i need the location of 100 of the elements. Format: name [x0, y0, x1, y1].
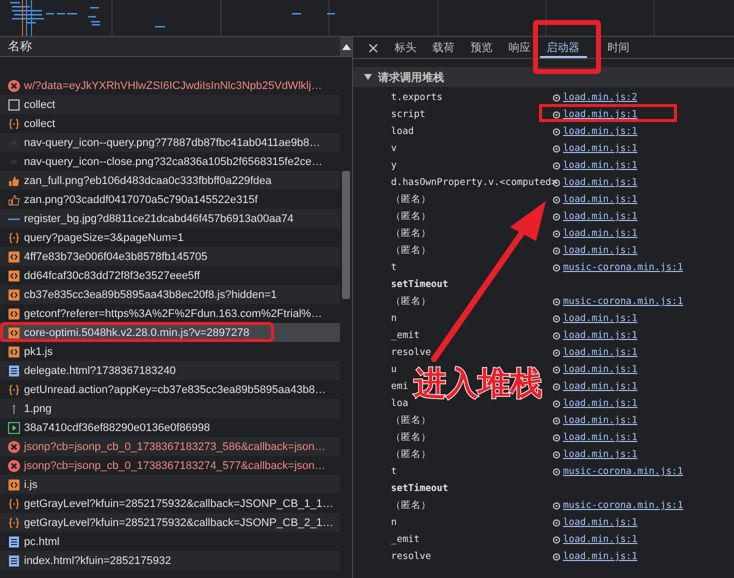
highlight-box: [533, 20, 601, 74]
source-link[interactable]: load.min.js:1: [563, 432, 638, 443]
request-name: pk1.js: [24, 346, 53, 358]
function-name: _emit: [391, 330, 421, 341]
script-icon: [8, 308, 20, 320]
request-name: getGrayLevel?kfuin=2852175932&callback=JSONP_CB_1_1…: [24, 498, 334, 510]
function-name: script: [391, 109, 426, 120]
async-label: setTimeout: [391, 279, 450, 290]
request-name: zan_full.png?eb106d483dcaa0c333fbbff0a229fdea: [24, 174, 272, 186]
request-name: collect: [24, 118, 56, 130]
source-link[interactable]: load.min.js:1: [563, 109, 638, 120]
request-name: register_bg.jpg?d8811ce21dcabd46f457b6913a00aa74: [24, 212, 294, 224]
request-row[interactable]: register_bg.jpg?d8811ce21dcabd46f457b6913a00aa74: [0, 209, 340, 228]
request-row[interactable]: collect: [0, 95, 340, 114]
source-link[interactable]: load.min.js:1: [563, 126, 638, 137]
function-name: （匿名）: [391, 295, 432, 308]
column-header[interactable]: 名称: [8, 38, 32, 55]
source-link[interactable]: load.min.js:1: [563, 330, 638, 341]
error-icon: [8, 440, 20, 452]
request-name: 38a7410cdf36ef88290e0136e0f86998: [24, 422, 210, 434]
function-name: （匿名）: [391, 448, 432, 461]
request-row[interactable]: i.js: [0, 475, 340, 494]
function-name: v: [391, 143, 398, 154]
file-icon: [8, 98, 20, 110]
tab[interactable]: 载荷: [426, 37, 462, 58]
script-icon: [8, 478, 20, 490]
function-name: （匿名）: [391, 193, 432, 206]
document-icon: [8, 364, 20, 376]
source-link[interactable]: music-corona.min.js:1: [563, 262, 684, 273]
request-row[interactable]: index.html?kfuin=2852175932: [0, 551, 340, 570]
function-name: （匿名）: [391, 414, 432, 427]
function-name: t: [391, 262, 398, 273]
source-link[interactable]: load.min.js:1: [563, 194, 638, 205]
braces-icon: [8, 118, 20, 130]
request-row[interactable]: jsonp?cb=jsonp_cb_0_1738367183273_586&callback=json…: [0, 437, 340, 456]
tab[interactable]: 预览: [464, 37, 500, 58]
thumbs-up-icon: [8, 174, 20, 186]
request-name: i.js: [24, 478, 38, 490]
request-row[interactable]: nav-query_icon--query.png?77887db87fbc41ab0411ae9b8…: [0, 133, 340, 152]
source-link[interactable]: load.min.js:1: [563, 143, 638, 154]
request-name: query?pageSize=3&pageNum=1: [24, 232, 184, 244]
source-link[interactable]: load.min.js:1: [563, 211, 638, 222]
error-icon: [8, 80, 20, 92]
function-name: （匿名）: [391, 210, 432, 223]
close-button[interactable]: ×: [361, 38, 386, 56]
source-link[interactable]: load.min.js:1: [563, 347, 638, 358]
source-link[interactable]: load.min.js:1: [563, 398, 638, 409]
async-label: setTimeout: [391, 483, 450, 494]
source-link[interactable]: load.min.js:1: [563, 415, 638, 426]
request-row[interactable]: cb37e835cc3ea89b5895aa43b8ec20f8.js?hidden=1: [0, 285, 340, 304]
request-name: collect: [24, 98, 56, 110]
scrollbar-thumb[interactable]: [342, 171, 350, 299]
tab[interactable]: 标头: [388, 37, 424, 58]
script-icon: [8, 288, 20, 300]
function-name: t: [391, 466, 398, 477]
source-link[interactable]: load.min.js:1: [563, 160, 638, 171]
source-link[interactable]: load.min.js:1: [563, 228, 638, 239]
braces-icon: [8, 516, 20, 528]
request-name: 1.png: [24, 402, 52, 414]
function-name: emi: [391, 381, 410, 392]
request-row[interactable]: 1.png: [0, 399, 340, 418]
source-link[interactable]: load.min.js:1: [563, 551, 638, 562]
request-name: zan.png?03caddf0417070a5c790a145522e315f: [24, 194, 258, 206]
source-link[interactable]: load.min.js:1: [563, 313, 638, 324]
source-link[interactable]: load.min.js:1: [563, 177, 638, 188]
function-name: （匿名）: [391, 244, 432, 257]
function-name: loa: [391, 398, 410, 409]
tab[interactable]: 时间: [600, 37, 637, 58]
source-link[interactable]: music-corona.min.js:1: [563, 500, 684, 511]
request-name: dd64fcaf30c83dd72f8f3e3527eee5ff: [24, 270, 200, 282]
request-row[interactable]: zan_full.png?eb106d483dcaa0c333fbbff0a229fdea: [0, 171, 340, 190]
request-name: core-optimi.5048hk.v2.28.0.min.js?v=2897278: [24, 326, 250, 338]
function-name: （匿名）: [391, 431, 432, 444]
request-name: jsonp?cb=jsonp_cb_0_1738367183273_586&callback=json…: [24, 440, 326, 452]
section-header[interactable]: 请求调用堆栈: [353, 67, 734, 87]
request-name: getUnread.action?appKey=cb37e835cc3ea89b5895aa43b8…: [24, 384, 326, 396]
request-row[interactable]: getGrayLevel?kfuin=2852175932&callback=JSONP_CB_2_1…: [0, 513, 340, 532]
request-name: getconf?referer=https%3A%2F%2Fdun.163.com%2Ftrial%…: [24, 308, 322, 320]
source-link[interactable]: load.min.js:1: [563, 381, 638, 392]
source-link[interactable]: music-corona.min.js:1: [563, 296, 684, 307]
thumbs-up-icon: [8, 194, 20, 206]
request-name: delegate.html?1738367183240: [24, 364, 176, 376]
tab[interactable]: 响应: [502, 37, 538, 58]
source-link[interactable]: load.min.js:2: [563, 92, 638, 103]
request-name: w/?data=eyJkYXRhVHlwZSI6ICJwdiIsInNlc3Npb25VdWlklj…: [24, 80, 322, 92]
source-link[interactable]: load.min.js:1: [563, 534, 638, 545]
request-row[interactable]: delegate.html?1738367183240: [0, 361, 340, 380]
source-link[interactable]: load.min.js:1: [563, 449, 638, 460]
source-link[interactable]: music-corona.min.js:1: [563, 466, 684, 477]
tab[interactable]: 启动器: [540, 37, 587, 58]
function-name: y: [391, 160, 398, 171]
expanded-triangle-icon[interactable]: [364, 74, 372, 80]
section-title: 请求调用堆栈: [378, 70, 444, 84]
function-name: t.exports: [391, 92, 444, 103]
source-link[interactable]: load.min.js:1: [563, 364, 638, 375]
source-link[interactable]: load.min.js:1: [563, 517, 638, 528]
source-link[interactable]: load.min.js:1: [563, 245, 638, 256]
request-name: getGrayLevel?kfuin=2852175932&callback=JSONP_CB_2_1…: [24, 516, 334, 528]
braces-icon: [8, 498, 20, 510]
request-row[interactable]: 4ff7e83b73e006f04e3b8578fb145705: [0, 247, 340, 266]
